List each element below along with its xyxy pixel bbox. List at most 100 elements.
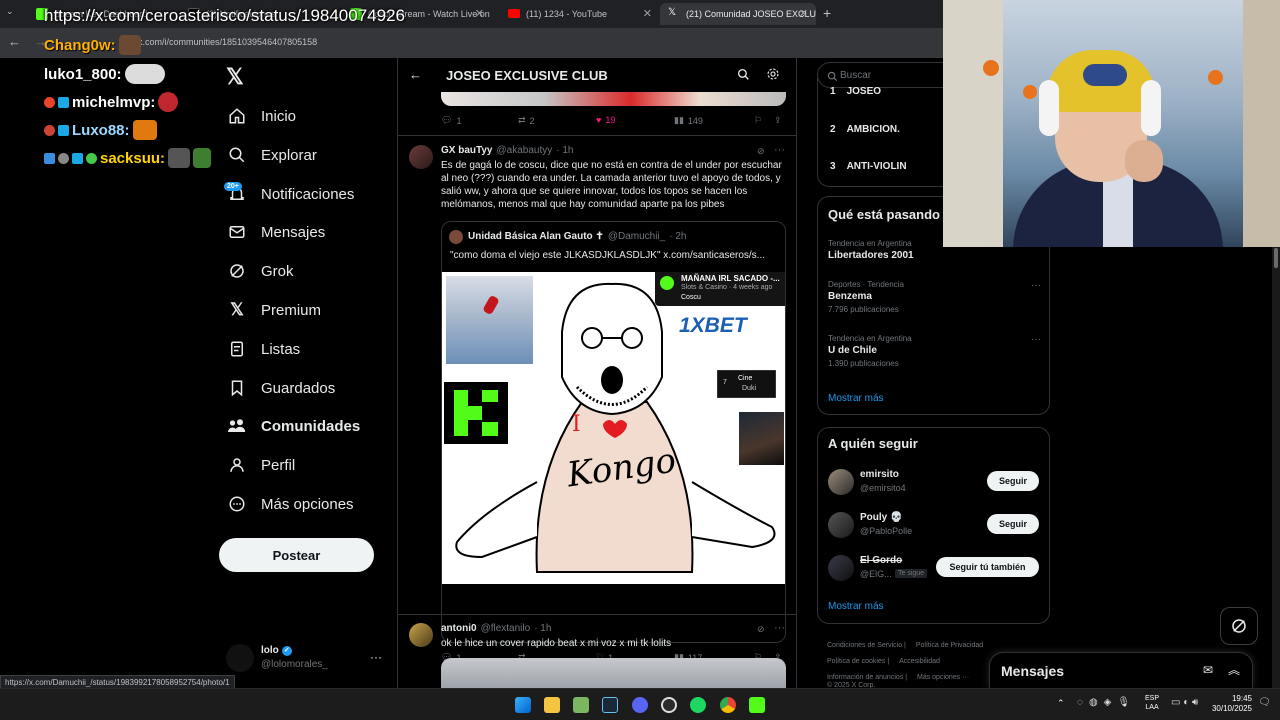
nav-grok[interactable]: Grok — [226, 256, 294, 286]
quoted-author-handle: @Damuchii_ — [607, 231, 666, 242]
nav-listas[interactable]: Listas — [226, 334, 300, 364]
steam-icon[interactable] — [602, 697, 618, 713]
trend-item[interactable]: Tendencia en Argentina U de Chile 1.390 … — [828, 334, 1043, 368]
home-icon — [226, 105, 248, 127]
close-tab-icon[interactable]: ✕ — [799, 7, 808, 20]
trend-item[interactable]: Deportes · Tendencia Benzema 7.796 publi… — [828, 280, 1043, 314]
author-name[interactable]: antoni0 — [441, 623, 477, 634]
windows-start-icon[interactable] — [515, 697, 531, 713]
youtube-icon — [508, 9, 520, 18]
chat-line: luko1_800: — [44, 64, 165, 84]
post[interactable]: GX bauTyy @akabautyy · 1h ⊘ ··· Es de ga… — [398, 136, 796, 663]
footer-link[interactable]: Accesibilidad — [899, 658, 940, 665]
ranked-item[interactable]: 3 ANTI-VIOLIN — [830, 161, 907, 172]
avatar — [226, 644, 254, 672]
emote-image — [118, 35, 141, 55]
tray-icons[interactable]: ◌◍◈🎙︎ — [1077, 697, 1136, 708]
close-tab-icon[interactable]: ✕ — [643, 7, 652, 20]
notification-count-badge: 20+ — [224, 182, 242, 191]
views-button[interactable]: ▮▮ 149 — [674, 115, 703, 126]
nav-comunidades[interactable]: Comunidades — [226, 411, 360, 441]
ranked-item[interactable]: 2 AMBICION. — [830, 124, 900, 135]
nav-guardados[interactable]: Guardados — [226, 373, 335, 403]
reply-icon: 💬︎ — [441, 115, 453, 125]
like-button[interactable]: ♥ 19 — [596, 115, 615, 125]
account-switcher[interactable]: lolo ✓ @lolomorales_ ··· — [226, 642, 386, 674]
kick-icon[interactable] — [749, 697, 765, 713]
system-tray-up-icon[interactable]: ⌃ — [1057, 698, 1065, 709]
nav-perfil[interactable]: Perfil — [226, 450, 295, 480]
trend-more-icon[interactable]: ··· — [1031, 334, 1041, 345]
footer-link[interactable]: Más opciones ··· — [917, 674, 969, 681]
new-tab-button[interactable]: + — [823, 5, 831, 21]
nav-mas-opciones[interactable]: Más opciones — [226, 489, 354, 519]
ranked-item[interactable]: 1 JOSEO — [830, 86, 881, 97]
post-more-icon[interactable]: ··· — [774, 144, 785, 156]
tab-youtube[interactable]: (11) 1234 - YouTube ✕ — [500, 3, 660, 25]
daw-screenshot-image[interactable] — [441, 658, 786, 688]
grok-icon[interactable]: ⊘ — [757, 624, 765, 635]
search-icon[interactable] — [737, 68, 750, 86]
repost-icon: ⇄ — [518, 115, 526, 125]
nav-premium[interactable]: 𝕏 Premium — [226, 295, 321, 325]
share-button[interactable]: ⇪ — [774, 115, 782, 126]
nav-explorar[interactable]: Explorar — [226, 140, 317, 170]
post-button[interactable]: Postear — [219, 538, 374, 572]
close-tab-icon[interactable]: ✕ — [475, 7, 484, 20]
tab-comunidad-joseo[interactable]: 𝕏 (21) Comunidad JOSEO EXCLUS ✕ — [660, 3, 816, 25]
follows-you-tag: Te sigue — [895, 569, 928, 578]
back-arrow-icon[interactable]: ← — [8, 34, 21, 49]
author-name[interactable]: GX bauTyy — [441, 145, 493, 156]
avatar — [828, 555, 854, 581]
show-more-link[interactable]: Mostrar más — [828, 393, 884, 404]
settings-gear-icon[interactable] — [766, 67, 780, 86]
tab-list-dropdown-icon[interactable]: ⌄ — [6, 6, 20, 20]
footer-link[interactable]: Política de cookies — [827, 658, 885, 665]
footer-link[interactable]: Política de Privacidad — [916, 642, 983, 649]
streamer-webcam — [943, 0, 1280, 247]
quoted-post[interactable]: Unidad Básica Alan Gauto ✝ @Damuchii_ · … — [441, 221, 786, 643]
trend-more-icon[interactable]: ··· — [1031, 280, 1041, 291]
obs-icon[interactable] — [661, 697, 677, 713]
discord-icon[interactable] — [632, 697, 648, 713]
previous-post-image[interactable] — [441, 92, 786, 106]
language-indicator[interactable]: ESP LAA — [1145, 694, 1159, 712]
follow-button[interactable]: Seguir — [987, 514, 1039, 534]
badge-icon — [44, 124, 55, 136]
back-arrow-icon[interactable]: ← — [409, 67, 422, 82]
post-more-icon[interactable]: ··· — [774, 622, 785, 634]
post[interactable]: antoni0 @flextanilo · 1h ⊘ ··· ok le hic… — [398, 615, 796, 688]
notification-center-icon[interactable]: 🗨︎ — [1258, 697, 1271, 708]
url-field[interactable]: x.com/i/communities/1851039546407805158 — [138, 37, 317, 47]
expand-up-icon[interactable]: ︽ — [1228, 661, 1240, 678]
footer-link[interactable]: Información de anuncios — [827, 674, 903, 681]
app-icon[interactable] — [573, 697, 589, 713]
nav-mensajes[interactable]: Mensajes — [226, 217, 325, 247]
post-time: · 1h — [556, 145, 574, 156]
emote-image — [168, 148, 191, 168]
follow-item[interactable]: Pouly 💀 @PabloPolle Seguir — [828, 511, 1043, 541]
follow-item[interactable]: El Gordo @ElG... Te sigue Seguir tú tamb… — [828, 554, 1043, 584]
footer-link[interactable]: Condiciones de Servicio — [827, 642, 902, 649]
nav-notificaciones[interactable]: Notificaciones — [226, 179, 354, 209]
reply-button[interactable]: 💬︎1 — [441, 115, 461, 126]
grok-floating-button[interactable] — [1220, 607, 1258, 645]
messages-drawer[interactable]: Mensajes ✉ ︽ — [989, 652, 1253, 688]
follow-back-button[interactable]: Seguir tú también — [936, 557, 1039, 577]
x-logo-icon[interactable]: 𝕏 — [226, 64, 244, 90]
follow-button[interactable]: Seguir — [987, 471, 1039, 491]
grok-icon[interactable]: ⊘ — [757, 146, 765, 157]
chrome-icon[interactable] — [720, 697, 736, 713]
clock[interactable]: 19:45 30/10/2025 — [1208, 694, 1252, 714]
repost-button[interactable]: ⇄ 2 — [518, 115, 535, 126]
bookmark-button[interactable]: ⚐ — [754, 115, 762, 126]
nav-inicio[interactable]: Inicio — [226, 101, 296, 131]
account-more-icon[interactable]: ··· — [370, 650, 382, 664]
show-more-link[interactable]: Mostrar más — [828, 601, 884, 612]
network-volume-icons[interactable]: ▭ ◐ 🔊︎ — [1171, 697, 1198, 708]
follow-item[interactable]: emirsito @emirsito4 Seguir — [828, 468, 1043, 498]
new-message-icon[interactable]: ✉ — [1203, 663, 1213, 677]
meme-image[interactable]: MAÑANA IRL SACADO -... Slots & Casino · … — [442, 272, 785, 584]
file-explorer-icon[interactable] — [544, 697, 560, 713]
spotify-icon[interactable] — [690, 697, 706, 713]
